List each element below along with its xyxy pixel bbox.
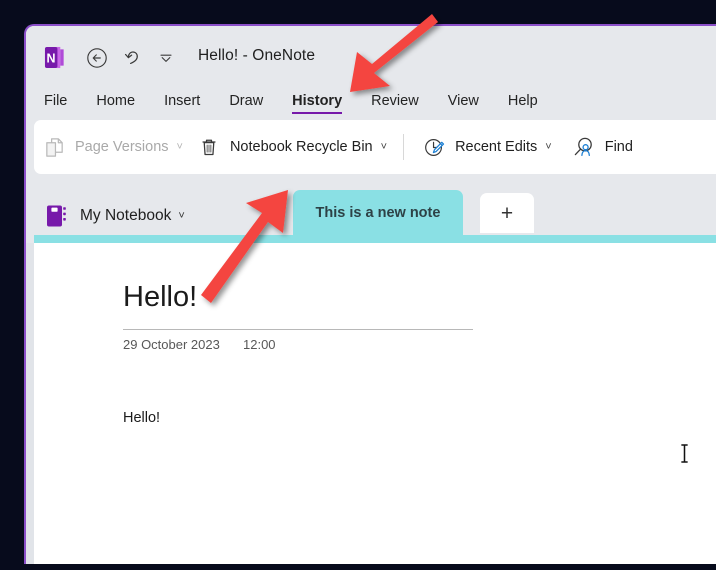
svg-text:N: N [47, 52, 56, 66]
page-title[interactable]: Hello! [123, 283, 197, 312]
chevron-down-icon[interactable]: ˅ [178, 210, 184, 222]
undo-arrow-icon [124, 51, 138, 65]
window-title: Hello! - OneNote [198, 47, 316, 64]
section-tab-label: This is a new note [315, 204, 441, 221]
notebook-recycle-bin-button[interactable]: Notebook Recycle Bin ˅ [189, 127, 393, 167]
find-by-author-icon [572, 135, 596, 159]
quick-access-more-button[interactable] [156, 45, 176, 71]
tab-review[interactable]: Review [371, 93, 419, 114]
page-title-divider [123, 329, 473, 330]
page-versions-button[interactable]: Page Versions ˅ [34, 127, 189, 167]
ribbon-command-bar: Page Versions ˅ Notebook Recycle Bin ˅ R… [34, 120, 716, 174]
notebook-recycle-bin-label: Notebook Recycle Bin [229, 139, 373, 155]
text-cursor-ibeam [681, 444, 688, 463]
tab-insert[interactable]: Insert [164, 93, 200, 114]
ribbon-tab-strip: File Home Insert Draw History Review Vie… [26, 88, 716, 114]
back-button[interactable] [84, 45, 110, 71]
recent-edits-label: Recent Edits [455, 139, 538, 155]
onenote-logo-icon: N [44, 46, 64, 69]
title-bar: N Hello! - OneNote [26, 26, 716, 88]
page-time: 12:00 [243, 337, 276, 352]
recent-edits-icon [422, 135, 446, 159]
page-versions-label: Page Versions [75, 139, 169, 155]
notebook-icon [47, 205, 66, 227]
chevron-down-icon[interactable]: ˅ [177, 141, 183, 153]
chevron-down-icon[interactable]: ˅ [545, 141, 551, 153]
screenshot-root: N Hello! - OneNote File Home Insert Draw… [0, 0, 716, 570]
page-body-text[interactable]: Hello! [123, 410, 160, 426]
section-color-stripe [34, 235, 716, 243]
find-by-author-label: Find [604, 139, 633, 155]
undo-button[interactable] [121, 45, 147, 71]
page-canvas[interactable]: Hello! 29 October 2023 12:00 Hello! [34, 243, 716, 564]
recycle-bin-icon [197, 135, 221, 159]
notebook-selector[interactable]: My Notebook ˅ [46, 204, 185, 228]
notebook-name: My Notebook [80, 207, 172, 224]
back-arrow-icon [87, 48, 107, 68]
recent-edits-button[interactable]: Recent Edits ˅ [414, 127, 558, 167]
plus-icon: + [500, 201, 514, 225]
chevron-down-icon [160, 54, 172, 62]
onenote-window: N Hello! - OneNote File Home Insert Draw… [24, 24, 716, 564]
chevron-down-icon[interactable]: ˅ [381, 141, 387, 153]
tab-view[interactable]: View [448, 93, 479, 114]
page-date: 29 October 2023 [123, 337, 220, 352]
ribbon-separator [403, 134, 405, 160]
tab-help[interactable]: Help [508, 93, 538, 114]
page-list-rail [26, 243, 34, 564]
tab-home[interactable]: Home [96, 93, 135, 114]
page-timestamp: 29 October 2023 12:00 [123, 337, 276, 352]
window-bottom-edge [0, 564, 716, 570]
tab-history[interactable]: History [292, 93, 342, 114]
add-section-button[interactable]: + [480, 193, 534, 233]
tab-draw[interactable]: Draw [229, 93, 263, 114]
page-versions-icon [42, 135, 66, 159]
tab-file[interactable]: File [44, 93, 67, 114]
section-tab-active[interactable]: This is a new note [293, 190, 463, 235]
find-by-author-button[interactable]: Find [564, 127, 639, 167]
